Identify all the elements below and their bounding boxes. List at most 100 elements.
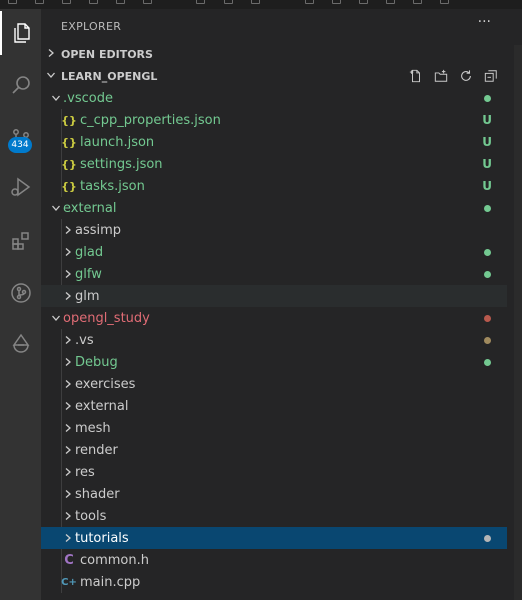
json-file-icon: {} <box>61 179 77 193</box>
tree-file[interactable]: {} settings.json U <box>41 153 507 175</box>
git-status-dot <box>484 307 491 329</box>
git-status-dot <box>484 263 491 285</box>
tree-folder[interactable]: .vs <box>41 329 507 351</box>
explorer-title: EXPLORER <box>61 20 122 33</box>
tree-folder[interactable]: Debug <box>41 351 507 373</box>
chevron-right-icon <box>61 329 75 351</box>
tree-file[interactable]: {} c_cpp_properties.json U <box>41 109 507 131</box>
open-editors-label: OPEN EDITORS <box>61 47 153 61</box>
tree-item-label: settings.json <box>80 156 163 172</box>
tree-item-label: c_cpp_properties.json <box>80 112 221 128</box>
chevron-right-icon <box>61 351 75 373</box>
tree-folder[interactable]: mesh <box>41 417 507 439</box>
tree-folder[interactable]: glm <box>41 285 507 307</box>
git-graph-icon[interactable] <box>0 271 41 315</box>
tree-item-label: glm <box>75 288 100 304</box>
chevron-down-icon <box>49 307 63 329</box>
tree-folder[interactable]: glfw <box>41 263 507 285</box>
workspace-label: LEARN_OPENGL <box>61 69 158 83</box>
tree-item-label: tools <box>75 508 107 524</box>
tree-item-label: tutorials <box>75 530 129 546</box>
git-status-dot <box>484 87 491 109</box>
tree-item-label: assimp <box>75 222 122 238</box>
run-debug-icon[interactable] <box>0 165 41 209</box>
more-actions-button[interactable]: ··· <box>478 14 491 30</box>
git-untracked-badge: U <box>482 157 492 171</box>
tree-item-label: shader <box>75 486 120 502</box>
new-folder-icon[interactable] <box>433 68 449 84</box>
tree-item-label: external <box>75 398 129 414</box>
cpp-file-icon: C+ <box>61 576 77 588</box>
tree-folder[interactable]: external <box>41 197 507 219</box>
tree-item-label: main.cpp <box>80 574 141 590</box>
explorer-sidebar: EXPLORER ··· OPEN EDITORS LEARN_OPENGL .… <box>41 9 507 600</box>
tree-folder[interactable]: opengl_study <box>41 307 507 329</box>
chevron-right-icon <box>41 48 61 61</box>
tree-item-label: render <box>75 442 118 458</box>
tree-file[interactable]: {} launch.json U <box>41 131 507 153</box>
tree-item-label: external <box>63 200 117 216</box>
tree-item-label: .vs <box>75 332 94 348</box>
tree-folder[interactable]: external <box>41 395 507 417</box>
tree-item-label: res <box>75 464 95 480</box>
new-file-icon[interactable] <box>408 68 424 84</box>
chevron-right-icon <box>61 461 75 483</box>
c-file-icon: C <box>64 552 74 568</box>
top-tab-strip <box>0 0 522 9</box>
tree-folder[interactable]: res <box>41 461 507 483</box>
scm-badge: 434 <box>8 137 32 153</box>
chevron-right-icon <box>61 417 75 439</box>
chevron-right-icon <box>61 505 75 527</box>
tree-item-label: glad <box>75 244 104 260</box>
chevron-right-icon <box>61 395 75 417</box>
search-icon[interactable] <box>0 63 41 107</box>
remote-explorer-icon[interactable] <box>0 322 41 366</box>
extensions-icon[interactable] <box>0 219 41 263</box>
tree-folder[interactable]: render <box>41 439 507 461</box>
chevron-right-icon <box>61 527 75 549</box>
git-status-dot <box>484 527 491 549</box>
tree-folder[interactable]: tools <box>41 505 507 527</box>
json-file-icon: {} <box>61 157 77 171</box>
tree-item-label: .vscode <box>63 90 113 106</box>
refresh-icon[interactable] <box>458 68 474 84</box>
tree-file[interactable]: {} tasks.json U <box>41 175 507 197</box>
git-untracked-badge: U <box>482 113 492 127</box>
open-editors-header[interactable]: OPEN EDITORS <box>41 43 507 65</box>
workspace-actions <box>408 65 499 87</box>
json-file-icon: {} <box>61 113 77 127</box>
explorer-icon[interactable] <box>0 11 41 55</box>
workspace-header[interactable]: LEARN_OPENGL <box>41 65 507 87</box>
tree-folder[interactable]: exercises <box>41 373 507 395</box>
tree-item-label: launch.json <box>80 134 155 150</box>
chevron-right-icon <box>61 285 75 307</box>
tree-folder[interactable]: .vscode <box>41 87 507 109</box>
editor-edge <box>507 9 522 600</box>
tree-item-label: glfw <box>75 266 102 282</box>
tree-item-label: opengl_study <box>63 310 150 326</box>
git-status-dot <box>484 241 491 263</box>
tree-folder[interactable]: glad <box>41 241 507 263</box>
git-status-dot <box>484 197 491 219</box>
git-status-dot <box>484 351 491 373</box>
git-status-dot <box>484 329 491 351</box>
git-untracked-badge: U <box>482 135 492 149</box>
chevron-down-icon <box>49 87 63 109</box>
tree-file[interactable]: C+ main.cpp <box>41 571 507 593</box>
chevron-right-icon <box>61 263 75 285</box>
json-file-icon: {} <box>61 135 77 149</box>
tree-item-label: mesh <box>75 420 111 436</box>
tree-item-label: exercises <box>75 376 136 392</box>
tree-item-label: tasks.json <box>80 178 145 194</box>
activity-bar: 434 <box>0 9 41 600</box>
tree-folder[interactable]: tutorials <box>41 527 507 549</box>
chevron-right-icon <box>61 439 75 461</box>
tree-item-label: Debug <box>75 354 118 370</box>
tree-item-label: common.h <box>80 552 149 568</box>
tree-folder[interactable]: shader <box>41 483 507 505</box>
collapse-all-icon[interactable] <box>483 68 499 84</box>
tree-folder[interactable]: assimp <box>41 219 507 241</box>
chevron-right-icon <box>61 219 75 241</box>
tree-file[interactable]: Ccommon.h <box>41 549 507 571</box>
chevron-right-icon <box>61 373 75 395</box>
